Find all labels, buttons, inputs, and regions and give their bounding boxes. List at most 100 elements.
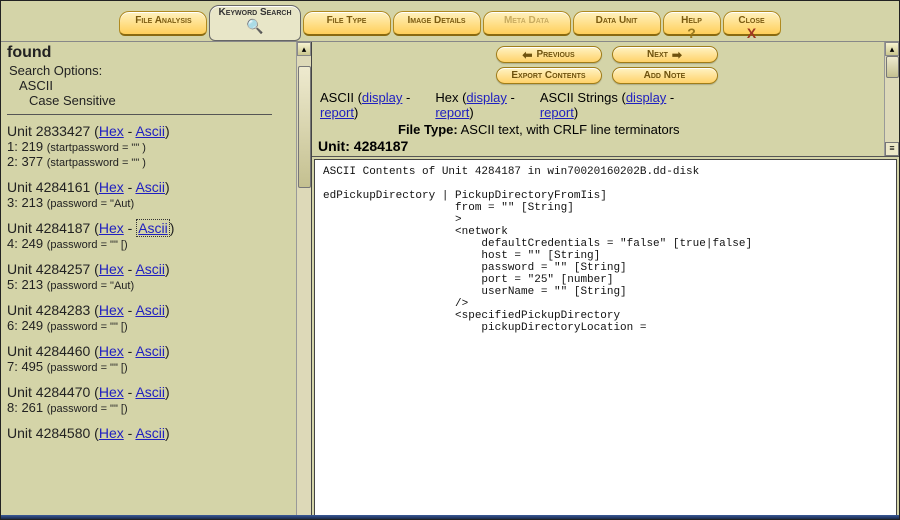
unit-title: Unit 2833427 (Hex - Ascii) [7,123,292,139]
previous-button[interactable]: ⬅ Previous [496,46,602,63]
unit-label: Unit: [318,138,350,154]
unit-hex-link[interactable]: Hex [99,384,124,400]
unit-match-row: 5: 213 (password = "Aut) [7,277,292,292]
ascii-strings-col: ASCII Strings (display - report) [540,90,674,120]
unit-hex-link[interactable]: Hex [99,302,124,318]
unit-id: Unit 4284283 [7,302,90,318]
ascii-strings-label: ASCII Strings [540,90,618,105]
unit-title: Unit 4284283 (Hex - Ascii) [7,302,292,318]
ascii-report-link[interactable]: report [320,105,354,120]
ascii-strings-display-link[interactable]: display [626,90,666,105]
tab-close[interactable]: Close X [723,11,781,36]
ascii-label: ASCII [320,90,354,105]
export-contents-button[interactable]: Export Contents [496,67,602,84]
scroll-grip-icon: ≡ [885,142,899,156]
file-type-value: ASCII text, with CRLF line terminators [461,122,680,137]
ascii-display-link[interactable]: display [362,90,402,105]
unit-match-row: 3: 213 (password = "Aut) [7,195,292,210]
hex-label: Hex [435,90,458,105]
top-tab-bar: File Analysis Keyword Search 🔍 File Type… [1,1,899,41]
unit-block: Unit 4284470 (Hex - Ascii)8: 261 (passwo… [7,384,292,415]
unit-hex-link[interactable]: Hex [99,123,124,139]
tab-data-unit[interactable]: Data Unit [573,11,661,36]
scroll-thumb[interactable] [886,56,899,78]
unit-block: Unit 4284257 (Hex - Ascii)5: 213 (passwo… [7,261,292,292]
unit-title: Unit 4284187 (Hex - Ascii) [7,220,292,236]
unit-block: Unit 4284283 (Hex - Ascii)6: 249 (passwo… [7,302,292,333]
unit-ascii-link[interactable]: Ascii [135,123,165,139]
unit-hex-link[interactable]: Hex [99,425,124,441]
unit-id: Unit 4284187 [7,220,90,236]
unit-match-row: 2: 377 (startpassword = "" ) [7,154,292,169]
unit-title: Unit 4284257 (Hex - Ascii) [7,261,292,277]
unit-block: Unit 4284187 (Hex - Ascii)4: 249 (passwo… [7,220,292,251]
unit-hex-link[interactable]: Hex [99,261,124,277]
unit-match-row: 7: 495 (password = "" [) [7,359,292,374]
content-body: edPickupDirectory | PickupDirectoryFromI… [323,190,752,334]
hex-col: Hex (display - report) [435,90,515,120]
unit-title: Unit 4284580 (Hex - Ascii) [7,425,292,441]
unit-ascii-link[interactable]: Ascii [135,384,165,400]
unit-block: Unit 4284580 (Hex - Ascii) [7,425,292,441]
unit-hex-link[interactable]: Hex [99,179,124,195]
unit-match-row: 1: 219 (startpassword = "" ) [7,139,292,154]
unit-hex-link[interactable]: Hex [99,220,124,236]
close-icon: X [747,25,756,41]
file-type-label: File Type: [398,122,458,137]
window-bottom-border [1,515,899,519]
unit-value: 4284187 [354,138,409,154]
hex-display-link[interactable]: display [466,90,506,105]
help-icon: ? [687,25,696,41]
tab-file-type[interactable]: File Type [303,11,391,36]
unit-id: Unit 2833427 [7,123,90,139]
unit-ascii-link[interactable]: Ascii [135,261,165,277]
unit-ascii-link[interactable]: Ascii [135,343,165,359]
content-header: ASCII Contents of Unit 4284187 in win700… [323,166,699,178]
unit-match-row: 8: 261 (password = "" [) [7,400,292,415]
scroll-up-icon[interactable]: ▴ [885,42,899,56]
add-note-button[interactable]: Add Note [612,67,718,84]
next-label: Next [647,49,668,60]
next-button[interactable]: Next ➡ [612,46,718,63]
unit-id: Unit 4284257 [7,261,90,277]
unit-id: Unit 4284470 [7,384,90,400]
scroll-up-icon[interactable]: ▴ [297,42,311,56]
tab-help[interactable]: Help ? [663,11,721,36]
tab-keyword-search[interactable]: Keyword Search 🔍 [209,5,300,41]
unit-title: Unit 4284470 (Hex - Ascii) [7,384,292,400]
unit-match-row: 4: 249 (password = "" [) [7,236,292,251]
unit-ascii-link[interactable]: Ascii [135,302,165,318]
unit-block: Unit 4284460 (Hex - Ascii)7: 495 (passwo… [7,343,292,374]
right-pane: ▴ ≡ ⬅ Previous Next ➡ Export Contents [312,42,899,518]
unit-id: Unit 4284161 [7,179,90,195]
left-scrollbar[interactable]: ▴ [296,42,311,518]
unit-title: Unit 4284161 (Hex - Ascii) [7,179,292,195]
found-heading: found [7,44,292,62]
unit-ascii-link[interactable]: Ascii [136,219,170,237]
unit-id: Unit 4284580 [7,425,90,441]
arrow-right-icon: ➡ [672,50,682,60]
tab-file-analysis[interactable]: File Analysis [119,11,207,36]
tab-image-details[interactable]: Image Details [393,11,481,36]
unit-match-row: 6: 249 (password = "" [) [7,318,292,333]
ascii-col: ASCII (display - report) [320,90,410,120]
right-header-scrollbar[interactable]: ▴ ≡ [884,42,899,156]
tab-meta-data[interactable]: Meta Data [483,11,571,36]
hex-report-link[interactable]: report [435,105,469,120]
unit-hex-link[interactable]: Hex [99,343,124,359]
ascii-content-area: ASCII Contents of Unit 4284187 in win700… [314,159,897,516]
ascii-strings-report-link[interactable]: report [540,105,574,120]
left-pane: found Search Options: ASCII Case Sensiti… [1,42,312,518]
scroll-thumb[interactable] [298,66,311,188]
unit-title: Unit 4284460 (Hex - Ascii) [7,343,292,359]
unit-ascii-link[interactable]: Ascii [135,179,165,195]
divider [7,114,272,115]
previous-label: Previous [536,49,574,60]
unit-ascii-link[interactable]: Ascii [135,425,165,441]
search-options-label: Search Options: [9,63,292,78]
search-icon: 🔍 [246,20,263,32]
unit-block: Unit 2833427 (Hex - Ascii)1: 219 (startp… [7,123,292,169]
search-option-case: Case Sensitive [29,93,292,108]
arrow-left-icon: ⬅ [522,50,532,60]
unit-id: Unit 4284460 [7,343,90,359]
